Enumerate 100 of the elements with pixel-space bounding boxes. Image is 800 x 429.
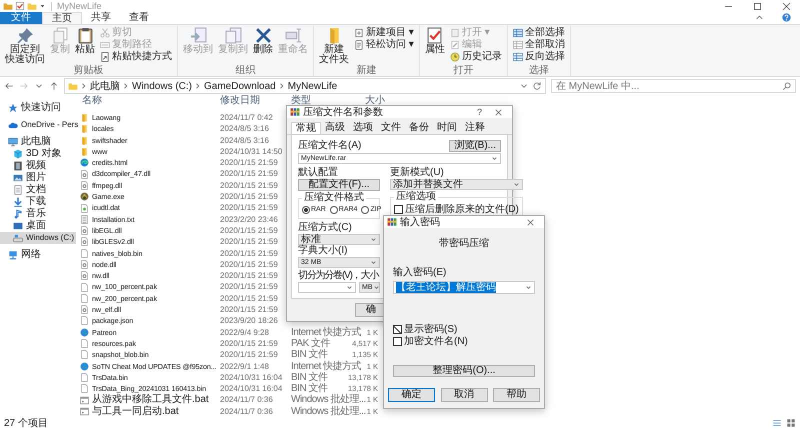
dialog-tab[interactable]: 时间	[433, 122, 461, 134]
breadcrumb[interactable]: 此电脑	[90, 79, 120, 93]
file-type: Internet 快捷方式	[291, 360, 362, 372]
maximize-icon[interactable]	[752, 0, 763, 12]
sidebar-item[interactable]: 音乐	[0, 208, 76, 220]
dialog-tab[interactable]: 文件	[377, 122, 405, 134]
dialog-button[interactable]: 取消	[440, 388, 488, 402]
search-icon[interactable]	[782, 81, 792, 91]
up-icon[interactable]	[49, 81, 59, 91]
dialog-tab[interactable]: 备份	[405, 122, 433, 134]
ribbon-button[interactable]: 属性	[422, 27, 447, 65]
ribbon-tab[interactable]: 共享	[82, 12, 120, 24]
ribbon-button[interactable]: 全部取消	[510, 39, 567, 50]
settings-file-icon	[80, 305, 89, 314]
settings-file-icon	[80, 170, 89, 179]
checkbox[interactable]: 加密文件名(N)	[393, 336, 535, 347]
address-field[interactable]: 此电脑 Windows (C:) GameDownload MyNewLife	[64, 78, 546, 94]
dialog-tab[interactable]: 高级	[321, 122, 349, 134]
refresh-icon[interactable]	[532, 81, 542, 91]
breadcrumb[interactable]: GameDownload	[204, 80, 276, 92]
dialog-tab[interactable]: 常规	[291, 122, 321, 134]
file-date: 2024/10/31 16:04	[220, 384, 282, 394]
ribbon-button[interactable]: 新建 文件夹	[317, 27, 351, 65]
file-date: 2020/1/15 21:59	[220, 226, 278, 235]
breadcrumb[interactable]: Windows (C:)	[132, 80, 192, 92]
sidebar-item[interactable]: Windows (C:)	[0, 232, 76, 244]
ribbon-button[interactable]: 轻松访问 ▾	[352, 39, 416, 50]
ribbon-button[interactable]: 固定到 快速访问	[3, 27, 47, 65]
column-header[interactable]: 名称	[80, 95, 220, 106]
properties-icon[interactable]	[15, 1, 25, 11]
organize-passwords-button[interactable]: 整理密码(O)...	[393, 365, 535, 377]
file-date: 2024/11/7 0:36	[220, 406, 273, 416]
ribbon-button[interactable]: 全部选择	[510, 27, 567, 38]
file-date: 2020/1/15 21:59	[220, 294, 278, 303]
help-icon[interactable]	[781, 12, 792, 23]
ribbon-button[interactable]: 删除	[251, 27, 275, 65]
file-name[interactable]: 从游戏中移除工具文件.bat	[92, 394, 209, 406]
sidebar-item[interactable]: 桌面	[0, 220, 76, 232]
column-header[interactable]: 修改日期	[220, 95, 291, 106]
password-field[interactable]: 【老王论坛】解压密码	[393, 281, 535, 294]
invert-selection-icon	[512, 52, 523, 62]
ribbon-button[interactable]: 反向选择	[510, 51, 567, 62]
file-date: 2020/1/15 21:59	[220, 180, 278, 190]
sidebar-item[interactable]: 快速访问	[0, 102, 76, 114]
sidebar-item[interactable]: 图片	[0, 172, 76, 184]
close-icon[interactable]	[493, 106, 504, 118]
dialog-tab[interactable]: 注释	[461, 122, 489, 134]
ribbon-tab[interactable]: 查看	[120, 12, 158, 24]
move-icon	[190, 27, 206, 44]
group-title: 压缩选项	[394, 192, 438, 202]
back-icon[interactable]	[4, 81, 14, 91]
sidebar-item[interactable]: 网络	[0, 249, 76, 261]
close-icon[interactable]	[781, 0, 792, 12]
ribbon-button[interactable]: 新建项目 ▾	[352, 27, 416, 38]
browse-button[interactable]: 浏览(B)...	[449, 140, 501, 152]
ribbon-tab[interactable]: 主页	[42, 12, 82, 24]
file-date: 2022/9/4 9:28	[220, 328, 269, 337]
dialog-tab[interactable]: 选项	[349, 122, 377, 134]
close-icon[interactable]	[525, 216, 536, 228]
sidebar-item[interactable]: 此电脑	[0, 136, 76, 148]
ribbon-button[interactable]: 粘贴	[73, 27, 97, 65]
dialog-button[interactable]: 确定	[388, 388, 435, 402]
sidebar-item[interactable]: OneDrive - Pers	[0, 119, 76, 131]
ribbon-button[interactable]: 历史记录	[448, 51, 504, 62]
game-icon	[80, 192, 89, 202]
file-date: 2020/1/15 21:59	[220, 158, 278, 168]
breadcrumb[interactable]: MyNewLife	[288, 80, 338, 92]
checkbox[interactable]: 压缩后删除原来的文件(D)	[394, 204, 519, 215]
thumbnail-view-icon[interactable]	[786, 418, 796, 428]
details-view-icon[interactable]	[772, 418, 782, 428]
sidebar-item[interactable]: 3D 对象	[0, 148, 76, 160]
copy-to-icon	[224, 27, 242, 44]
sidebar-item[interactable]: 视频	[0, 160, 76, 172]
file-date: 2020/1/15 21:59	[220, 282, 278, 292]
document-icon	[354, 40, 364, 50]
search-field[interactable]: 在 MyNewLife 中...	[551, 79, 796, 93]
checkbox[interactable]: 显示密码(S)	[393, 324, 535, 335]
ribbon-button[interactable]: 粘贴快捷方式	[98, 51, 174, 62]
file-date: 2020/1/15 21:59	[220, 203, 278, 212]
ribbon-tab[interactable]: 文件	[0, 12, 42, 24]
dialog-button[interactable]: 帮助	[493, 388, 540, 402]
file-name[interactable]: 与工具一同启动.bat	[92, 406, 179, 418]
help-button[interactable]: ?	[476, 107, 482, 117]
sidebar-item[interactable]: 文档	[0, 184, 76, 196]
file-icon	[80, 248, 89, 258]
column-header[interactable]: 大小	[365, 95, 385, 106]
item-count: 27 个项目	[4, 416, 48, 429]
method-dropdown[interactable]: 标准	[298, 234, 380, 245]
volume-size-field[interactable]	[298, 282, 356, 293]
scissors-icon	[100, 28, 110, 38]
profiles-button[interactable]: 配置文件(F)...	[298, 179, 380, 191]
file-type: Windows 批处理...	[291, 406, 366, 417]
dialog-title: 输入密码	[400, 216, 440, 229]
group-label: 打开	[453, 65, 474, 76]
folder-icon	[68, 81, 78, 91]
dropdown-icon	[370, 236, 377, 243]
update-mode-dropdown[interactable]: 添加并替换文件	[390, 179, 523, 190]
sidebar-item[interactable]: 下载	[0, 196, 76, 208]
column-header[interactable]: 类型	[291, 95, 365, 106]
field-label: 切分为分卷(V)，大小	[298, 271, 378, 281]
